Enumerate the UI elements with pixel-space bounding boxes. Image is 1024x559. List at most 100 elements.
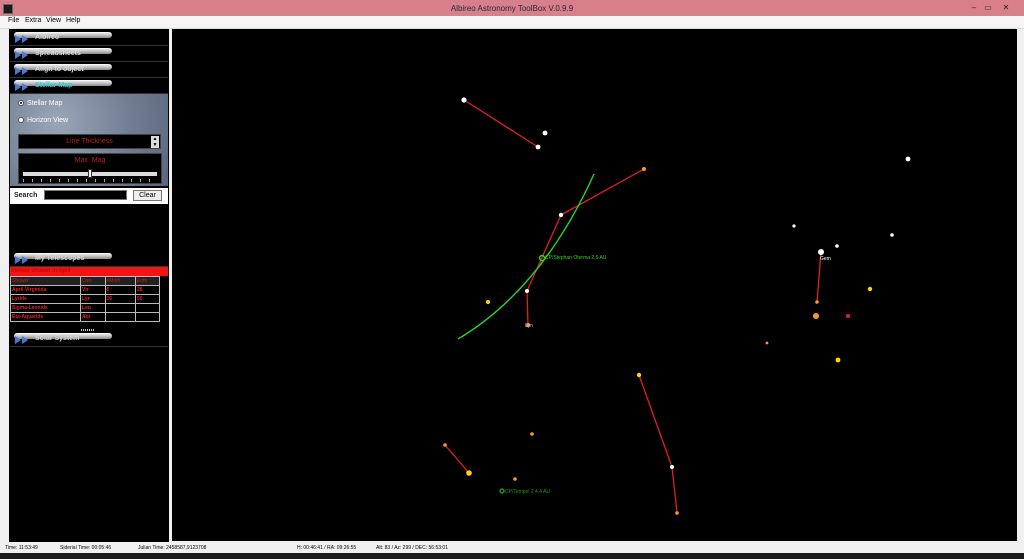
menu-extra[interactable]: Extra [25, 17, 41, 24]
spin-arrows-icon[interactable]: ▲ ▼ [151, 136, 159, 148]
table-row[interactable]: Sigma-Leonids Leo [9, 303, 161, 313]
table-cell: April-Virginids [9, 285, 82, 295]
section-label: Albireo [35, 34, 60, 41]
star-icon [835, 357, 841, 363]
radio-button[interactable] [18, 117, 24, 124]
radio-horizon-view[interactable]: Horizon View [18, 117, 68, 124]
sky-map-canvas[interactable] [172, 29, 1017, 541]
star-icon [670, 465, 674, 469]
max-mag-slider-thumb[interactable] [88, 169, 92, 178]
slider-ticks [23, 179, 157, 182]
comet-label: CP/Stephan Oterma 2,5 AU [545, 255, 607, 261]
arrow-icon [15, 336, 21, 344]
section-solar-system[interactable]: Solar System [10, 331, 168, 347]
arrow-icon [22, 35, 28, 43]
star-icon [846, 314, 850, 318]
status-sidereal-time: Siderial Time: 00:05:46 [60, 545, 112, 551]
column-header[interactable]: #Moth [104, 276, 136, 286]
line-thickness-stepper[interactable]: Line Thickness ▲ ▼ [18, 134, 161, 149]
status-alt-az: Alt: 83 / Az: 299 / DEC: 56:53:01 [376, 545, 448, 551]
close-button[interactable]: ✕ [1000, 3, 1012, 13]
radio-label: Horizon View [27, 117, 69, 124]
table-row[interactable]: Eta-Aquarids Aqr [9, 312, 161, 322]
star-icon [535, 144, 541, 150]
section-stellar-map[interactable]: Stellar Map [10, 78, 168, 94]
table-cell: 16 [104, 294, 136, 304]
constellation-line [463, 99, 539, 148]
section-label: Stellar Map [35, 82, 73, 89]
status-hour-angle: H: 00:46:41 / RA: 09:26:55 [297, 545, 357, 551]
search-label: Search [14, 192, 38, 199]
star-icon [765, 341, 769, 345]
table-cell: Lyr [80, 294, 106, 304]
table-row[interactable]: April-Virginids Vir 6 28 [9, 285, 161, 295]
constellation-line [638, 374, 673, 468]
status-julian-time: Julian Time: 2458587,9123708 [138, 545, 207, 551]
sky-map[interactable]: CP/Stephan Oterma 2,5 AU CP/Tempel 2 4,4… [172, 29, 1017, 541]
constellation-label: Gem [820, 256, 831, 262]
constellation-line [671, 466, 678, 514]
table-cell: Eta-Aquarids [9, 312, 82, 322]
section-pill [14, 32, 112, 38]
arrow-icon [22, 51, 28, 59]
star-icon [542, 130, 548, 136]
radio-button[interactable] [18, 100, 24, 107]
column-header[interactable]: Shower [9, 276, 82, 286]
section-albireo[interactable]: Albireo [10, 30, 168, 46]
star-icon [815, 300, 819, 304]
table-cell: Sigma-Leonids [9, 303, 82, 313]
stellar-map-panel: Stellar Map Horizon View Line Thickness … [10, 94, 168, 186]
radio-stellar-map[interactable]: Stellar Map [18, 100, 62, 107]
menu-bar: File Extra View Help [0, 16, 1024, 29]
table-cell [104, 312, 136, 322]
arrow-icon [15, 256, 21, 264]
table-cell: 6 [104, 285, 136, 295]
star-icon [675, 511, 679, 515]
star-icon [835, 244, 839, 248]
taskbar [0, 553, 1024, 559]
constellation-label: Lyn [525, 323, 533, 329]
meteor-header: Meteor shower in April [10, 267, 168, 276]
table-cell: Leo [80, 303, 106, 313]
column-header[interactable]: Con. [80, 276, 106, 286]
search-input[interactable] [44, 190, 127, 200]
meteor-table: Shower Con. #Moth Enth April-Virginids V… [9, 276, 161, 322]
menu-file[interactable]: File [8, 17, 19, 24]
arrow-icon [22, 83, 28, 91]
section-spreadsheets[interactable]: Spreadsheets [10, 46, 168, 62]
table-cell [134, 303, 161, 313]
max-mag-box: Max. Mag [18, 153, 162, 184]
section-label: Align to object [35, 66, 84, 73]
star-icon [530, 432, 534, 436]
menu-view[interactable]: View [46, 17, 61, 24]
section-my-telescopes[interactable]: My Telescopes [10, 251, 168, 267]
arrow-icon [22, 256, 28, 264]
clear-button[interactable]: Clear [133, 190, 162, 201]
arrow-icon [15, 51, 21, 59]
constellation-line [526, 214, 562, 292]
star-icon [513, 477, 517, 481]
comet-marker-icon [499, 488, 505, 494]
table-cell: 28 [134, 285, 161, 295]
section-label: Solar System [35, 335, 80, 342]
section-align-to-object[interactable]: Align to object [10, 62, 168, 78]
column-header[interactable]: Enth [134, 276, 161, 286]
menu-help[interactable]: Help [66, 17, 80, 24]
table-cell [104, 303, 136, 313]
minimize-button[interactable]: – [968, 3, 980, 13]
maximize-button[interactable]: ▭ [982, 3, 994, 13]
arrow-icon [22, 67, 28, 75]
star-icon [525, 289, 529, 293]
table-cell: Aqr [80, 312, 106, 322]
star-icon [636, 372, 642, 378]
table-row[interactable]: Lyrids Lyr 16 50 [9, 294, 161, 304]
table-cell: Lyrids [9, 294, 82, 304]
section-label: My Telescopes [35, 255, 85, 262]
table-cell [134, 312, 161, 322]
line-thickness-label: Line Thickness [66, 138, 113, 145]
radio-label: Stellar Map [27, 100, 63, 107]
constellation-line [444, 444, 470, 474]
star-icon [905, 156, 911, 162]
table-cell: Vir [80, 285, 106, 295]
star-icon [486, 300, 490, 304]
